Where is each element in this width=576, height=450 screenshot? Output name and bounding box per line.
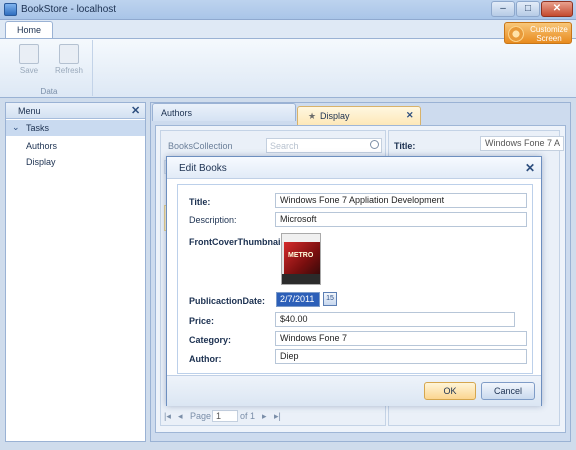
app-icon — [4, 3, 17, 16]
price-field[interactable]: $40.00 — [275, 312, 515, 327]
detail-title-label: Title: — [394, 141, 416, 151]
ribbon-group-label: Data — [40, 87, 58, 96]
edit-books-dialog: Edit Books ✕ Title: Windows Fone 7 Appli… — [166, 156, 542, 406]
menu-item-authors[interactable]: Authors — [26, 141, 57, 151]
close-button[interactable]: ✕ — [541, 1, 573, 17]
menu-close-icon[interactable]: ✕ — [131, 104, 140, 117]
menu-title: Menu — [18, 106, 41, 116]
save-icon — [19, 44, 39, 64]
save-button[interactable]: Save — [13, 44, 45, 82]
page-count-label: of 1 — [240, 411, 256, 421]
menu-pane: Menu ✕ ⌄ Tasks Authors Display — [5, 102, 146, 442]
next-page-icon[interactable]: ▸ — [262, 411, 267, 422]
thumbnail-label: FrontCoverThumbnail: — [189, 237, 286, 247]
customize-screen-label: Customize Screen — [530, 25, 568, 43]
category-label: Category: — [189, 335, 232, 345]
prev-page-icon[interactable]: ◂ — [178, 411, 183, 422]
pubdate-field[interactable]: 2/7/2011 — [276, 292, 320, 307]
refresh-button[interactable]: Refresh — [53, 44, 85, 82]
star-icon: ★ — [308, 111, 317, 121]
page-number-value: 1 — [216, 411, 222, 421]
search-icon[interactable] — [370, 140, 379, 149]
ok-button[interactable]: OK — [424, 382, 476, 400]
first-page-icon[interactable]: |◂ — [164, 411, 171, 422]
dialog-footer: OK Cancel — [167, 375, 541, 406]
cancel-button[interactable]: Cancel — [481, 382, 535, 400]
maximize-button[interactable]: □ — [516, 1, 540, 17]
page-label: Page — [190, 411, 212, 421]
book-cover-image[interactable]: METRO — [281, 233, 321, 285]
search-placeholder: Search — [270, 141, 299, 151]
dialog-title: Edit Books — [179, 163, 227, 174]
chevron-down-icon: ⌄ — [12, 122, 20, 132]
pager: |◂ ◂ Page — [162, 410, 384, 424]
tab-authors[interactable]: Authors — [152, 103, 296, 121]
author-field[interactable]: Diep — [275, 349, 527, 364]
refresh-label: Refresh — [54, 66, 83, 75]
tab-display[interactable]: ★ Display ✕ — [297, 106, 421, 126]
tab-close-icon[interactable]: ✕ — [406, 110, 414, 121]
author-label: Author: — [189, 354, 222, 364]
price-label: Price: — [189, 316, 215, 326]
save-label: Save — [19, 66, 39, 75]
detail-title-field[interactable]: Windows Fone 7 A — [480, 136, 564, 151]
ribbon-tab-strip — [0, 20, 576, 38]
pubdate-label: PublicactionDate: — [189, 296, 266, 306]
page-number-input[interactable]: 1 — [212, 410, 238, 422]
calendar-icon[interactable]: 15 — [323, 292, 337, 306]
last-page-icon[interactable]: ▸| — [274, 411, 281, 422]
tab-home[interactable]: Home — [5, 21, 53, 39]
dialog-header: Edit Books ✕ — [167, 157, 541, 179]
description-field[interactable]: Microsoft — [275, 212, 527, 227]
window-title: BookStore - localhost — [21, 4, 117, 15]
books-collection-title: BooksCollection — [168, 141, 233, 151]
tab-authors-label: Authors — [161, 108, 193, 118]
customize-screen-button[interactable]: Customize Screen — [504, 22, 572, 44]
refresh-icon — [59, 44, 79, 64]
tab-display-label: Display — [320, 111, 350, 121]
dialog-close-icon[interactable]: ✕ — [525, 161, 535, 175]
description-label: Description: — [189, 215, 237, 225]
gear-icon — [508, 26, 524, 42]
tasks-group[interactable]: ⌄ Tasks — [6, 120, 145, 136]
menu-item-display[interactable]: Display — [26, 157, 56, 167]
tasks-label: Tasks — [26, 123, 50, 133]
title-label: Title: — [189, 197, 211, 207]
minimize-button[interactable]: – — [491, 1, 515, 17]
category-field[interactable]: Windows Fone 7 — [275, 331, 527, 346]
menu-header: Menu ✕ — [6, 103, 145, 119]
title-bar: BookStore - localhost – □ ✕ — [0, 0, 576, 20]
title-field[interactable]: Windows Fone 7 Appliation Development — [275, 193, 527, 208]
